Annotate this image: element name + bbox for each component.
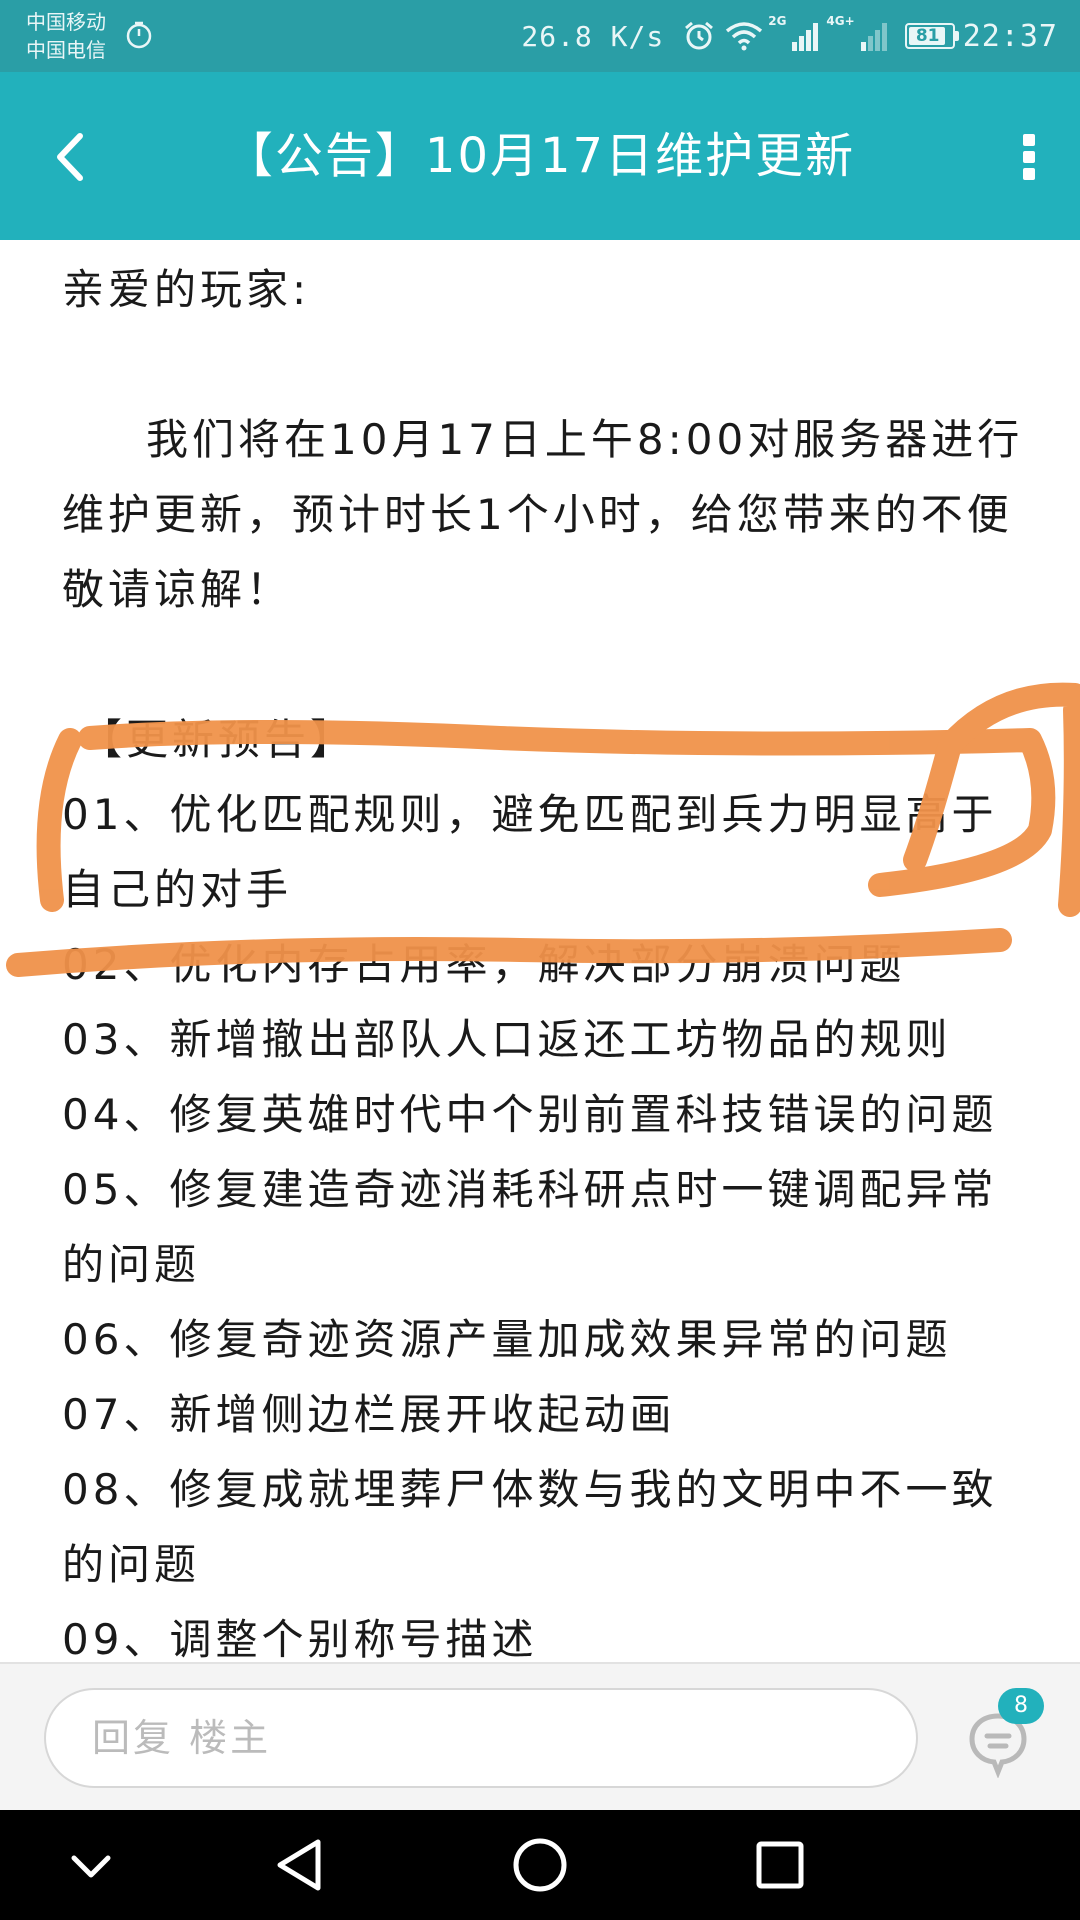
post-content: 亲爱的玩家: 我们将在10月17日上午8:00对服务器进行维护更新，预计时长1个… [62,252,1032,1677]
list-item-07: 07、新增侧边栏展开收起动画 [62,1390,676,1439]
back-button[interactable] [38,122,108,192]
clock: 22:37 [962,18,1058,54]
battery-icon: 81 [904,23,959,49]
chevron-down-icon[interactable] [56,1830,126,1900]
back-triangle-icon[interactable] [266,1830,336,1900]
post-greeting: 亲爱的玩家: [62,265,311,314]
status-right: 26.8 K/s 2G 4G+ 81 22:37 [521,0,1058,72]
list-item-05: 05、修复建造奇迹消耗科研点时一键调配异常的问题 [62,1165,998,1289]
reply-bar: 回复 楼主 8 [0,1662,1080,1810]
signal-weak-icon [860,23,887,51]
section-title: 【更新预告】 [80,715,357,764]
signal-icon [792,23,819,51]
battery-level: 81 [915,26,940,46]
network-speed: 26.8 K/s [521,19,665,53]
list-item-01: 01、优化匹配规则，避免匹配到兵力明显高于自己的对手 [62,790,998,914]
alarm-icon [685,21,714,50]
comment-count-badge: 8 [998,1688,1044,1724]
list-item-04: 04、修复英雄时代中个别前置科技错误的问题 [62,1090,998,1139]
list-item-03: 03、新增撤出部队人口返还工坊物品的规则 [62,1015,952,1064]
reply-input[interactable]: 回复 楼主 [44,1688,918,1788]
app-bar: 【公告】10月17日维护更新 [0,72,1080,240]
carrier-info: 中国移动 中国电信 [26,8,106,64]
list-item-08: 08、修复成就埋葬尸体数与我的文明中不一致的问题 [62,1465,998,1589]
wifi-icon [726,22,763,51]
post-paragraph: 我们将在10月17日上午8:00对服务器进行维护更新，预计时长1个小时，给您带来… [62,415,1024,614]
carrier-2: 中国电信 [26,38,106,62]
navigation-bar [0,1810,1080,1920]
network-2g-label: 2G [768,14,787,28]
network-4g-label: 4G+ [826,14,855,28]
carrier-1: 中国移动 [26,10,106,34]
more-vertical-icon[interactable] [1004,122,1054,192]
list-item-02: 02、优化内存占用率，解决部分崩溃问题 [62,940,906,989]
home-circle-icon[interactable] [505,1830,575,1900]
chevron-left-icon [57,133,83,181]
list-item-06: 06、修复奇迹资源产量加成效果异常的问题 [62,1315,952,1364]
timer-icon [126,21,152,49]
status-bar: 中国移动 中国电信 26.8 K/s 2G 4G+ 81 22:37 [0,0,1080,72]
recents-square-icon[interactable] [745,1830,815,1900]
page-title: 【公告】10月17日维护更新 [224,128,856,184]
